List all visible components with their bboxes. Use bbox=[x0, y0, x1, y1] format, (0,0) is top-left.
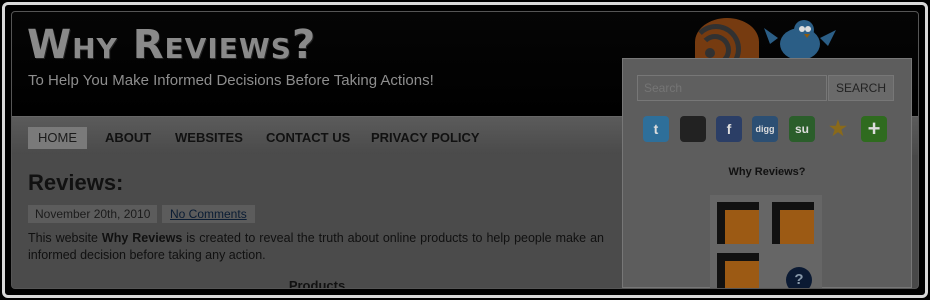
favorite-star-icon[interactable]: ★ bbox=[825, 116, 851, 142]
post-date: November 20th, 2010 bbox=[28, 205, 158, 223]
nav-item-privacy-policy[interactable]: PRIVACY POLICY bbox=[371, 127, 480, 149]
badge-tile-icon[interactable] bbox=[717, 253, 759, 288]
plus-glyph: + bbox=[867, 116, 881, 141]
nav-item-home[interactable]: HOME bbox=[28, 127, 87, 149]
facebook-glyph: f bbox=[726, 121, 732, 137]
post-title[interactable]: Reviews: bbox=[28, 170, 123, 196]
badge-tile-icon[interactable] bbox=[772, 202, 814, 244]
stumbleupon-icon[interactable]: su bbox=[789, 116, 815, 142]
digg-icon[interactable]: digg bbox=[752, 116, 778, 142]
nav-item-contact-us[interactable]: CONTACT US bbox=[266, 127, 350, 149]
site-title[interactable]: Why Reviews? bbox=[27, 22, 316, 68]
question-mark-icon[interactable]: ? bbox=[786, 267, 812, 288]
badge-tile-icon[interactable] bbox=[717, 202, 759, 244]
add-plus-icon[interactable]: + bbox=[861, 116, 887, 142]
search-button[interactable]: SEARCH bbox=[828, 75, 894, 101]
sidebar: SEARCH t f digg su ★ + Why Reviews? ? bbox=[622, 58, 912, 288]
review-badges-widget: ? bbox=[710, 195, 822, 288]
search-input[interactable] bbox=[637, 75, 827, 101]
twitter-icon[interactable]: t bbox=[643, 116, 669, 142]
twitter-glyph: t bbox=[653, 121, 659, 137]
post-body-site-name: Why Reviews bbox=[101, 231, 183, 245]
delicious-icon[interactable] bbox=[680, 116, 706, 142]
post-body-intro: This website bbox=[28, 231, 102, 245]
main-content: Reviews: November 20th, 2010 No Comments… bbox=[12, 154, 622, 288]
facebook-icon[interactable]: f bbox=[716, 116, 742, 142]
page-viewport: Why Reviews? To Help You Make Informed D… bbox=[11, 11, 919, 289]
nav-item-websites[interactable]: WEBSITES bbox=[175, 127, 243, 149]
post-body: This website Why Reviews is created to r… bbox=[28, 230, 604, 264]
digg-glyph: digg bbox=[755, 124, 775, 134]
post-subheading: Products bbox=[288, 278, 346, 289]
star-glyph: ★ bbox=[829, 118, 847, 140]
stumbleupon-glyph: su bbox=[794, 122, 809, 136]
widget-title: Why Reviews? bbox=[728, 166, 806, 178]
window-frame: Why Reviews? To Help You Make Informed D… bbox=[2, 2, 928, 298]
site-tagline: To Help You Make Informed Decisions Befo… bbox=[28, 72, 434, 89]
comments-link[interactable]: No Comments bbox=[162, 205, 255, 223]
nav-item-about[interactable]: ABOUT bbox=[105, 127, 151, 149]
